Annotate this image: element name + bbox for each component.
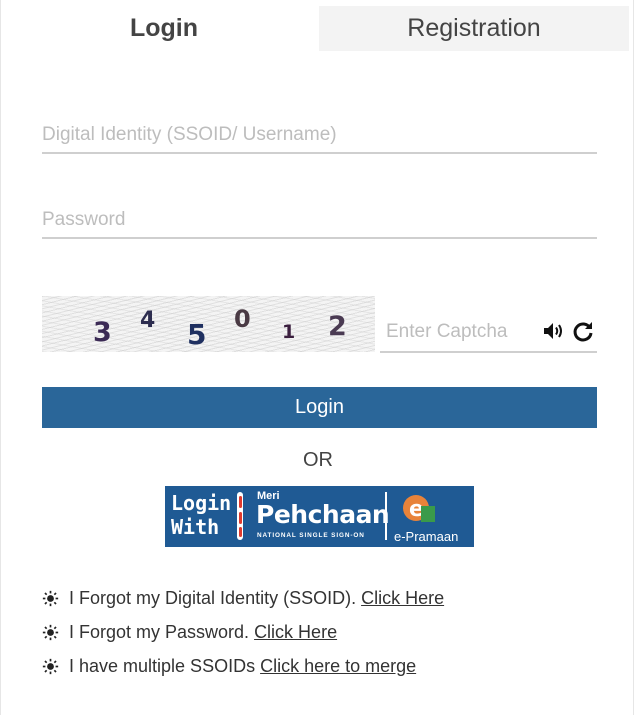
login-with-line1: Login <box>171 491 232 515</box>
captcha-field <box>380 315 597 353</box>
captcha-digit: 3 <box>93 317 112 348</box>
speaker-icon[interactable] <box>542 319 566 343</box>
sun-bullet-icon <box>42 658 59 675</box>
captcha-digit: 5 <box>187 318 207 351</box>
pehchaan-logo-icon <box>237 492 243 540</box>
forgot-password-link[interactable]: Click Here <box>254 622 337 643</box>
refresh-icon[interactable] <box>571 319 595 343</box>
e-pramaan-logo-icon: e <box>403 495 435 522</box>
help-item-forgot-password: I Forgot my Password. Click Here <box>42 622 337 643</box>
e-pramaan-label: e-Pramaan <box>394 529 459 544</box>
pehchaan-label: Pehchaan <box>256 500 390 529</box>
password-input[interactable] <box>42 203 597 239</box>
login-button[interactable]: Login <box>42 387 597 428</box>
banner-divider <box>385 492 387 540</box>
captcha-digit: 0 <box>234 305 251 333</box>
ssoid-input[interactable] <box>42 118 597 154</box>
captcha-digit: 4 <box>140 308 156 333</box>
national-sso-label: NATIONAL SINGLE SIGN-ON <box>257 532 365 539</box>
sun-bullet-icon <box>42 590 59 607</box>
help-text: I Forgot my Digital Identity (SSOID). <box>69 588 357 608</box>
help-item-merge-ssoids: I have multiple SSOIDs Click here to mer… <box>42 656 416 677</box>
login-panel: Login Registration 3 4 5 0 1 2 Login OR … <box>0 0 634 715</box>
captcha-digit: 1 <box>282 321 296 343</box>
login-with-line2: With <box>171 515 220 539</box>
forgot-ssoid-link[interactable]: Click Here <box>361 588 444 609</box>
captcha-image: 3 4 5 0 1 2 <box>42 296 375 352</box>
help-text: I Forgot my Password. <box>69 622 250 642</box>
tab-registration[interactable]: Registration <box>319 6 629 51</box>
sun-bullet-icon <box>42 624 59 641</box>
help-item-forgot-ssoid: I Forgot my Digital Identity (SSOID). Cl… <box>42 588 444 609</box>
help-text: I have multiple SSOIDs <box>69 656 256 676</box>
login-with-label: Login With <box>171 491 231 539</box>
tab-login[interactable]: Login <box>11 6 317 51</box>
merge-ssoids-link[interactable]: Click here to merge <box>260 656 416 677</box>
meri-pehchaan-login-button[interactable]: Login With Meri Pehchaan NATIONAL SINGLE… <box>165 486 474 547</box>
or-separator: OR <box>303 449 333 471</box>
captcha-digit: 2 <box>328 311 347 342</box>
captcha-input[interactable] <box>386 315 526 349</box>
